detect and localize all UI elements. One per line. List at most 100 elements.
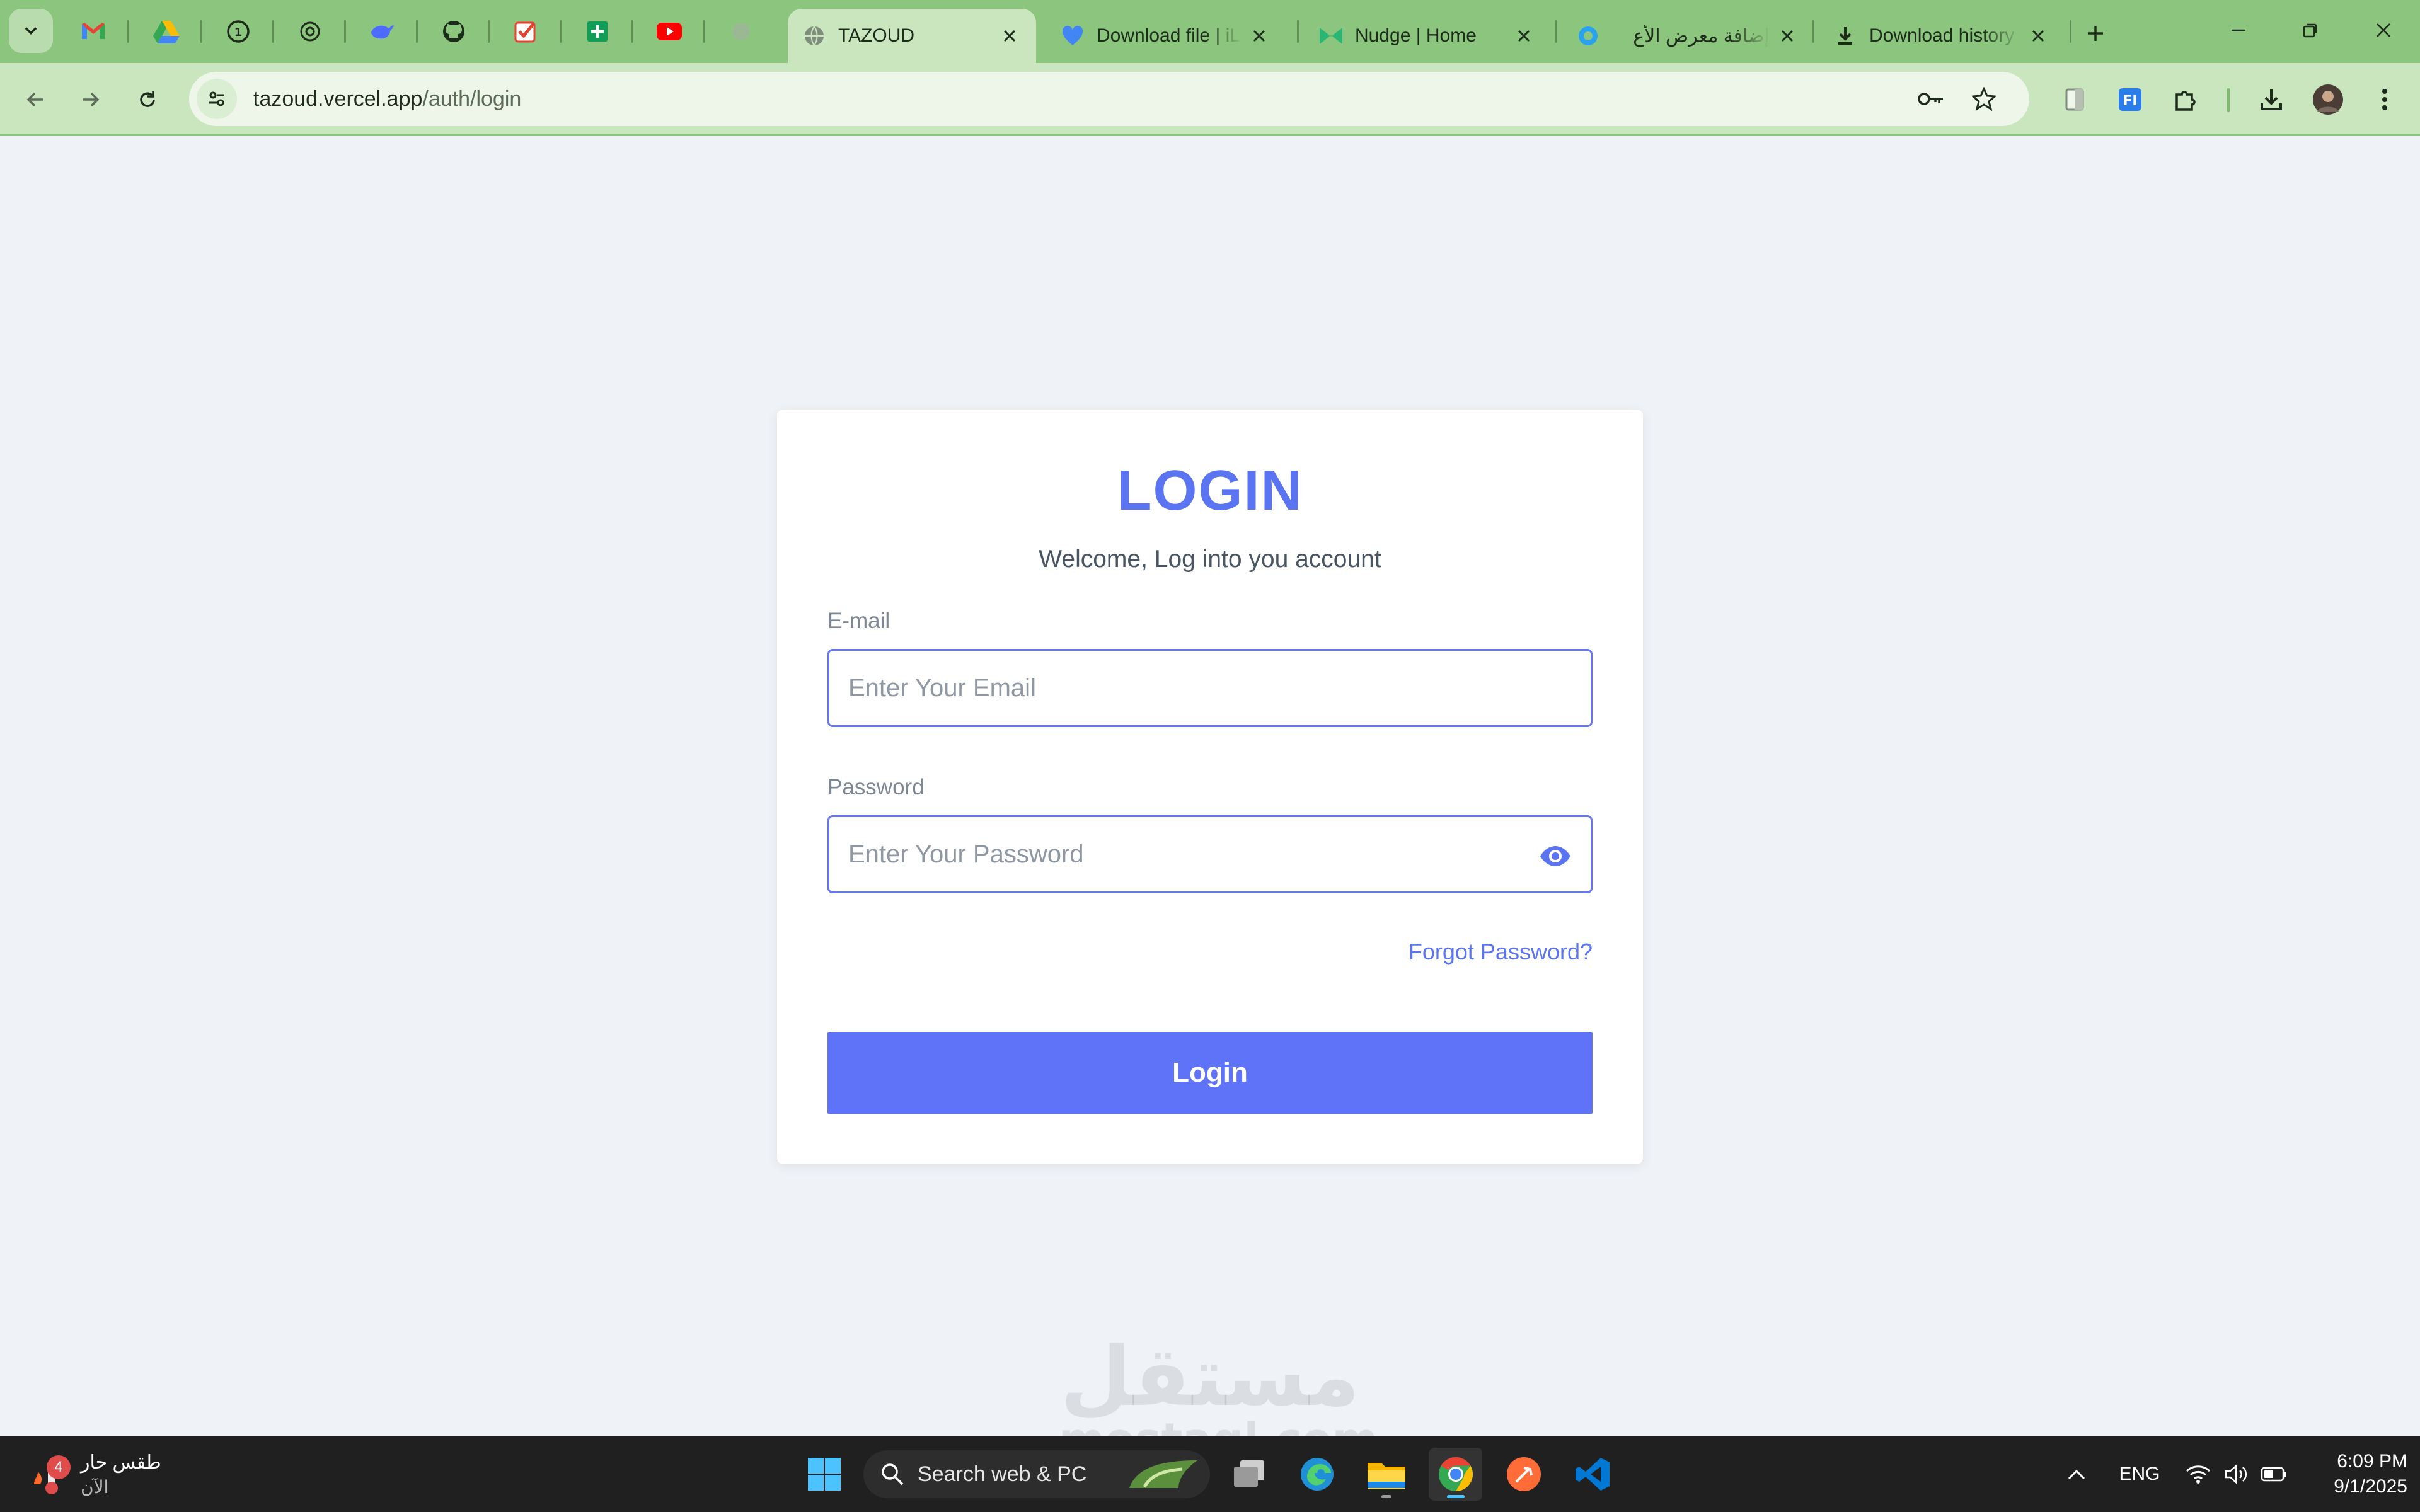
extensions-menu-button[interactable] [2165, 79, 2206, 120]
pinned-tab-todoist[interactable] [505, 11, 546, 52]
extension-button[interactable]: FI [2110, 79, 2150, 120]
password-field[interactable] [829, 817, 1591, 891]
tab-separator [416, 20, 418, 43]
tab-download-history[interactable]: Download history [1819, 9, 2065, 63]
clock-time: 6:09 PM [2337, 1451, 2407, 1472]
volume-button[interactable] [2218, 1455, 2254, 1493]
taskbar-vscode[interactable] [1567, 1448, 1620, 1501]
tab-title: إضافة معرض الأع [1633, 25, 1770, 47]
pinned-tab-chatgpt[interactable] [290, 11, 330, 52]
login-button[interactable]: Login [827, 1032, 1593, 1114]
taskbar-search[interactable]: Search web & PC [863, 1450, 1210, 1498]
network-button[interactable] [2181, 1455, 2216, 1493]
puzzle-icon [2175, 91, 2196, 111]
svg-text:1: 1 [234, 26, 243, 39]
start-button[interactable] [798, 1448, 851, 1501]
minimize-button[interactable] [2220, 13, 2257, 48]
tab-separator [488, 20, 490, 43]
language-indicator[interactable]: ENG [2111, 1455, 2168, 1493]
reload-icon [140, 91, 155, 107]
tab-close-icon[interactable] [2025, 23, 2051, 49]
task-view-button[interactable] [1223, 1448, 1276, 1501]
github-icon [443, 21, 464, 42]
svg-text:FI: FI [2123, 93, 2137, 109]
tab-title: Nudge | Home [1355, 25, 1477, 46]
browser-menu-button[interactable] [2365, 79, 2405, 120]
tab-separator [631, 20, 633, 43]
pinned-tab-github[interactable] [434, 11, 474, 52]
search-highlight-icon [1129, 1460, 1197, 1488]
taskbar-chrome[interactable] [1429, 1448, 1482, 1501]
pinned-tab-deepseek[interactable] [362, 11, 402, 52]
forgot-password-link[interactable]: Forgot Password? [1409, 939, 1593, 965]
tab-close-icon[interactable] [1247, 23, 1272, 49]
password-manager-button[interactable] [1911, 79, 1951, 119]
pinned-tab-gmail[interactable] [73, 11, 113, 52]
claude-icon [732, 23, 750, 40]
tab-close-icon[interactable] [1775, 23, 1800, 49]
pinned-tab-youtube[interactable] [649, 11, 689, 52]
restore-icon [2303, 23, 2317, 38]
show-password-button[interactable] [1535, 836, 1576, 876]
restore-button[interactable] [2291, 13, 2329, 48]
weather-text: طقس حار [81, 1452, 161, 1473]
browser-toolbar: tazoud.vercel.app/auth/login FI [0, 63, 2420, 136]
url-host: tazoud.vercel.app [253, 86, 423, 111]
pinned-tab-sheets[interactable] [577, 11, 618, 52]
tab-separator [272, 20, 274, 43]
battery-button[interactable] [2256, 1455, 2291, 1493]
downloads-button[interactable] [2251, 79, 2291, 120]
running-indicator [1381, 1495, 1392, 1498]
pinned-tab-drive[interactable] [146, 11, 187, 52]
windows-taskbar: 4 طقس حار الآن Search web & PC ENG 6:09 … [0, 1436, 2420, 1512]
weather-widget[interactable]: 4 طقس حار الآن [25, 1448, 164, 1501]
close-window-button[interactable] [2365, 13, 2402, 48]
tab-close-icon[interactable] [997, 23, 1022, 49]
google-drive-icon [153, 21, 180, 43]
chatgpt-icon [300, 21, 320, 42]
tab-tazoud[interactable]: TAZOUD [788, 9, 1036, 63]
tab-separator [1812, 20, 1814, 43]
password-field-wrapper [827, 815, 1593, 893]
search-icon [882, 1463, 904, 1486]
password-label: Password [827, 775, 925, 799]
login-card: LOGIN Welcome, Log into you account E-ma… [777, 410, 1643, 1164]
taskbar-file-explorer[interactable] [1360, 1448, 1413, 1501]
taskbar-clock[interactable]: 6:09 PM 9/1/2025 [2300, 1449, 2407, 1499]
plus-icon [2088, 26, 2103, 41]
back-button[interactable] [15, 79, 55, 120]
pinned-tab-whatsapp[interactable]: 1 [218, 11, 258, 52]
battery-icon [2261, 1467, 2286, 1482]
address-bar[interactable]: tazoud.vercel.app/auth/login [189, 72, 2029, 126]
more-vertical-icon [2382, 89, 2387, 110]
extension-button[interactable] [2054, 79, 2095, 120]
site-settings-button[interactable] [197, 79, 237, 119]
forward-button[interactable] [71, 79, 111, 120]
tab-download-file[interactable]: Download file | iL [1046, 9, 1286, 63]
download-icon [2261, 89, 2282, 110]
toolbar-divider [2227, 88, 2230, 112]
star-icon [1972, 87, 1996, 111]
mostaql-icon [1576, 23, 1601, 49]
show-hidden-icons-button[interactable] [2061, 1455, 2092, 1493]
tune-icon [209, 91, 224, 106]
tab-arabic-gallery[interactable]: إضافة معرض الأع [1562, 9, 1814, 63]
running-indicator [1447, 1495, 1465, 1498]
tab-search-button[interactable] [9, 9, 53, 53]
gmail-icon [82, 23, 105, 39]
url-path: /auth/login [422, 86, 522, 111]
profile-avatar[interactable] [2308, 79, 2348, 120]
vscode-icon [1576, 1458, 1610, 1491]
reload-button[interactable] [127, 79, 168, 120]
email-field[interactable] [829, 651, 1591, 725]
bookmark-button[interactable] [1964, 79, 2004, 119]
pinned-tab-claude[interactable] [721, 11, 761, 52]
tab-close-icon[interactable] [1511, 23, 1536, 49]
ilovepdf-icon [1060, 23, 1085, 49]
whatsapp-icon: 1 [227, 20, 250, 43]
taskbar-postman[interactable] [1497, 1448, 1550, 1501]
tab-separator [344, 20, 346, 43]
taskbar-edge[interactable] [1291, 1448, 1344, 1501]
new-tab-button[interactable] [2080, 18, 2111, 49]
tab-nudge[interactable]: Nudge | Home [1305, 9, 1550, 63]
